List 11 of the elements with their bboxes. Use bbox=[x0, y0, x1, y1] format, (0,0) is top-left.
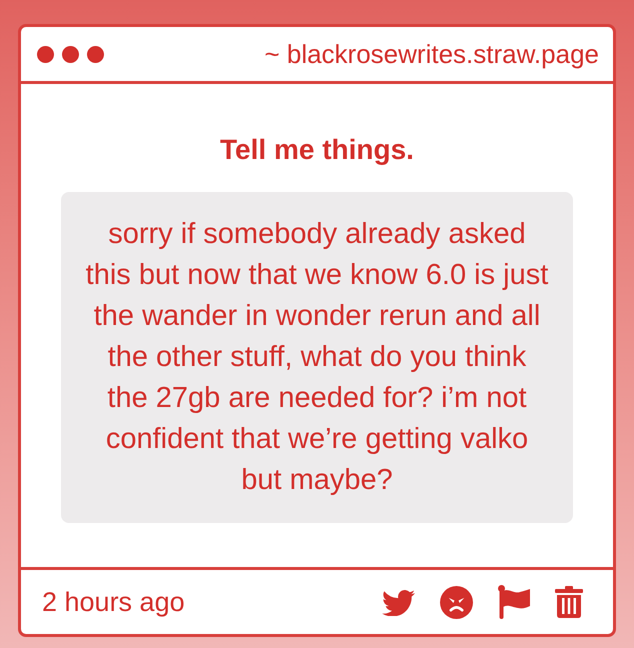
bird-icon[interactable] bbox=[382, 588, 415, 616]
page-title: Tell me things. bbox=[220, 134, 414, 166]
window-dot-icon bbox=[62, 46, 79, 62]
trash-icon[interactable] bbox=[555, 586, 583, 618]
window-dot-icon bbox=[87, 46, 104, 62]
window-dot-icon bbox=[37, 46, 54, 62]
angry-face-icon[interactable] bbox=[440, 586, 473, 618]
flag-icon[interactable] bbox=[498, 585, 530, 619]
site-address: ~ blackrosewrites.straw.page bbox=[264, 41, 599, 67]
timestamp: 2 hours ago bbox=[42, 588, 185, 616]
message-text: sorry if somebody already asked this but now that we know 6.0 is just the wander in wonder rerun and all the other stuff, what do you think the 27gb are needed for? i’m not confident that we’re getting valko but maybe? bbox=[84, 217, 550, 498]
